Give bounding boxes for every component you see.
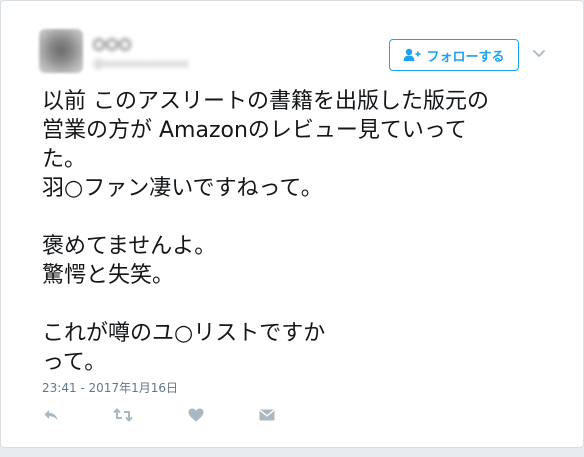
follow-button-label: フォローする	[426, 49, 505, 65]
tweet-header: 〇〇〇 @xxxxxxxxxxxxx フォローする	[1, 1, 583, 85]
retweet-icon[interactable]	[113, 405, 133, 425]
reply-icon[interactable]	[41, 405, 61, 425]
tweet-text: 以前 このアスリートの書籍を出版した版元の 営業の方が Amazonのレビュー見…	[42, 89, 489, 375]
add-user-icon	[403, 48, 421, 62]
chevron-down-icon[interactable]	[531, 45, 547, 58]
user-handle[interactable]: @xxxxxxxxxxxxx	[93, 57, 189, 70]
avatar[interactable]	[39, 29, 83, 73]
display-name[interactable]: 〇〇〇	[93, 36, 132, 53]
tweet-card: 〇〇〇 @xxxxxxxxxxxxx フォローする 以前 このアスリートの書籍を…	[0, 0, 584, 448]
tweet-timestamp[interactable]: 23:41 - 2017年1月16日	[42, 379, 178, 396]
envelope-icon[interactable]	[257, 405, 277, 425]
follow-button[interactable]: フォローする	[389, 39, 519, 71]
tweet-actions	[39, 405, 289, 425]
heart-icon[interactable]	[186, 405, 206, 425]
